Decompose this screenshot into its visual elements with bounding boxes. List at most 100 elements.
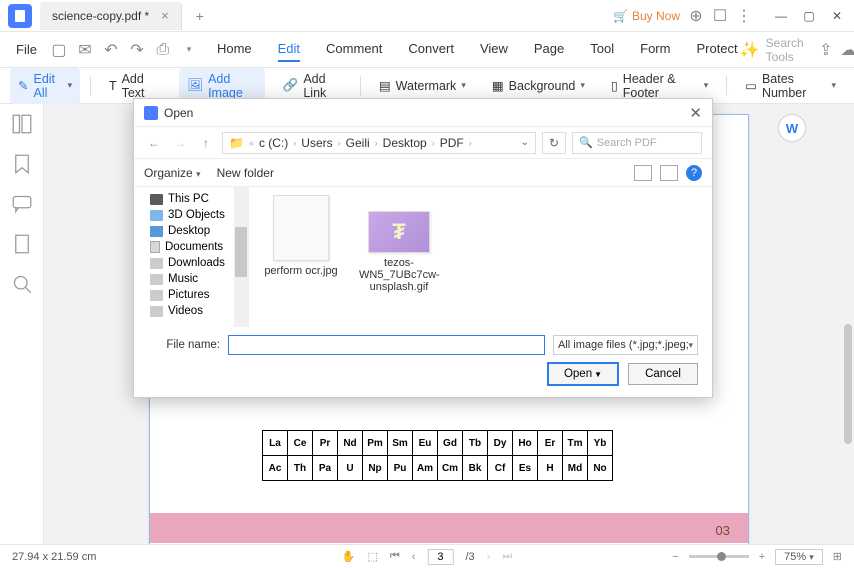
fit-page-icon[interactable]: ⊞: [833, 550, 842, 563]
tab-close-icon[interactable]: ×: [161, 8, 169, 23]
file-menu[interactable]: File: [8, 42, 45, 57]
new-tab-button[interactable]: +: [188, 4, 212, 28]
element-cell: Sm: [388, 431, 413, 456]
filename-input[interactable]: [228, 335, 545, 355]
zoom-slider[interactable]: [689, 555, 749, 558]
element-cell: Cf: [488, 456, 513, 481]
statusbar: 27.94 x 21.59 cm ✋ ⬚ ⏮ ‹ /3 › ⏭ − + 75% …: [0, 544, 854, 568]
nav-up-icon[interactable]: ↑: [196, 136, 216, 150]
notify-icon[interactable]: ☐: [712, 8, 728, 24]
redo-icon[interactable]: ↷: [127, 40, 147, 60]
open-button[interactable]: Open ▼: [548, 363, 618, 385]
kebab-icon[interactable]: ⋮: [736, 8, 752, 24]
tree-item[interactable]: Desktop: [136, 223, 246, 239]
nav-back-icon[interactable]: ←: [144, 136, 164, 150]
preview-pane-button[interactable]: [660, 165, 678, 181]
edit-all-button[interactable]: ✎ Edit All ▾: [10, 68, 80, 104]
dialog-close-button[interactable]: ✕: [689, 104, 702, 122]
element-cell: Yb: [588, 431, 613, 456]
page-number-input[interactable]: [427, 549, 453, 565]
attachment-panel-icon[interactable]: [12, 234, 32, 254]
cloud-icon[interactable]: ☁: [840, 42, 854, 58]
chevron-down-icon[interactable]: ▾: [179, 40, 199, 60]
thumbnail-panel-icon[interactable]: [12, 114, 32, 134]
wand-icon[interactable]: ✨: [742, 42, 758, 58]
bookmark-panel-icon[interactable]: [12, 154, 32, 174]
globe-icon[interactable]: ⊕: [688, 8, 704, 24]
filetype-select[interactable]: All image files (*.jpg;*.jpeg;*.jpe ▾: [553, 335, 698, 355]
search-panel-icon[interactable]: [12, 274, 32, 294]
nav-forward-icon[interactable]: →: [170, 136, 190, 150]
breadcrumb-segment[interactable]: Geili: [346, 136, 370, 150]
folder-icon: [150, 290, 163, 301]
last-page-icon[interactable]: ⏭: [502, 550, 512, 563]
breadcrumb-segment[interactable]: c (C:): [259, 136, 288, 150]
link-icon: 🔗: [283, 78, 299, 93]
tree-item[interactable]: Videos: [136, 303, 246, 319]
zoom-in-icon[interactable]: +: [759, 551, 765, 563]
element-cell: Gd: [438, 431, 463, 456]
background-button[interactable]: ▦ Background ▾: [484, 74, 593, 97]
save-icon[interactable]: ▢: [49, 40, 69, 60]
bates-number-button[interactable]: ▭ Bates Number ▾: [737, 68, 844, 104]
print-icon[interactable]: ⎙: [153, 40, 173, 60]
tree-item[interactable]: Downloads: [136, 255, 246, 271]
prev-page-icon[interactable]: ‹: [412, 551, 416, 563]
breadcrumb-segment[interactable]: PDF: [440, 136, 464, 150]
menu-tool[interactable]: Tool: [590, 37, 614, 62]
maximize-button[interactable]: ▢: [796, 4, 822, 28]
folder-tree[interactable]: This PC3D ObjectsDesktopDocumentsDownloa…: [134, 187, 249, 327]
document-tab[interactable]: science-copy.pdf * ×: [40, 2, 182, 30]
search-tools[interactable]: Search Tools: [766, 36, 811, 64]
titlebar: science-copy.pdf * × + 🛒 Buy Now ⊕ ☐ ⋮ —…: [0, 0, 854, 32]
share-icon[interactable]: ⇪: [819, 42, 832, 58]
tree-item[interactable]: Pictures: [136, 287, 246, 303]
breadcrumb[interactable]: 📁 « c (C:)›Users›Geili›Desktop›PDF›⌄: [222, 132, 536, 154]
chevron-down-icon[interactable]: ⌄: [521, 137, 529, 148]
zoom-out-icon[interactable]: −: [672, 551, 678, 563]
breadcrumb-segment[interactable]: Desktop: [383, 136, 427, 150]
comment-panel-icon[interactable]: [12, 194, 32, 214]
tree-item[interactable]: Documents: [136, 239, 246, 255]
next-page-icon[interactable]: ›: [487, 551, 491, 563]
view-mode-button[interactable]: [634, 165, 652, 181]
file-list[interactable]: perform ocr.jpg tezos-WN5_7UBc7cw-unspla…: [249, 187, 712, 327]
zoom-percent[interactable]: 75% ▾: [775, 549, 823, 565]
menu-home[interactable]: Home: [217, 37, 252, 62]
refresh-button[interactable]: ↻: [542, 132, 566, 154]
tree-item[interactable]: 3D Objects: [136, 207, 246, 223]
tree-item[interactable]: This PC: [136, 191, 246, 207]
file-item[interactable]: tezos-WN5_7UBc7cw-unsplash.gif: [359, 195, 439, 293]
word-badge-icon[interactable]: W: [778, 114, 806, 142]
hand-tool-icon[interactable]: ✋: [342, 550, 356, 563]
menu-edit[interactable]: Edit: [278, 37, 300, 62]
menu-comment[interactable]: Comment: [326, 37, 382, 62]
buy-now-link[interactable]: 🛒 Buy Now: [613, 9, 680, 23]
select-tool-icon[interactable]: ⬚: [367, 550, 377, 563]
mail-icon[interactable]: ✉: [75, 40, 95, 60]
menu-convert[interactable]: Convert: [408, 37, 454, 62]
organize-menu[interactable]: Organize ▾: [144, 166, 201, 180]
dialog-search-input[interactable]: 🔍 Search PDF: [572, 132, 702, 154]
tree-scrollbar[interactable]: [234, 187, 248, 327]
watermark-button[interactable]: ▤ Watermark ▾: [371, 74, 474, 97]
breadcrumb-segment[interactable]: Users: [301, 136, 332, 150]
menu-view[interactable]: View: [480, 37, 508, 62]
minimize-button[interactable]: —: [768, 4, 794, 28]
tree-item[interactable]: Music: [136, 271, 246, 287]
dialog-title: Open: [164, 106, 193, 120]
undo-icon[interactable]: ↶: [101, 40, 121, 60]
file-item[interactable]: perform ocr.jpg: [261, 195, 341, 277]
menu-page[interactable]: Page: [534, 37, 564, 62]
file-thumbnail: [273, 195, 329, 261]
menu-protect[interactable]: Protect: [696, 37, 737, 62]
cancel-button[interactable]: Cancel: [628, 363, 698, 385]
new-folder-button[interactable]: New folder: [217, 166, 274, 180]
help-button[interactable]: ?: [686, 165, 702, 181]
close-window-button[interactable]: ✕: [824, 4, 850, 28]
chevron-down-icon: ▾: [68, 80, 73, 91]
edit-icon: ✎: [18, 78, 28, 93]
first-page-icon[interactable]: ⏮: [390, 550, 400, 563]
menu-form[interactable]: Form: [640, 37, 670, 62]
vertical-scrollbar[interactable]: [844, 324, 852, 444]
